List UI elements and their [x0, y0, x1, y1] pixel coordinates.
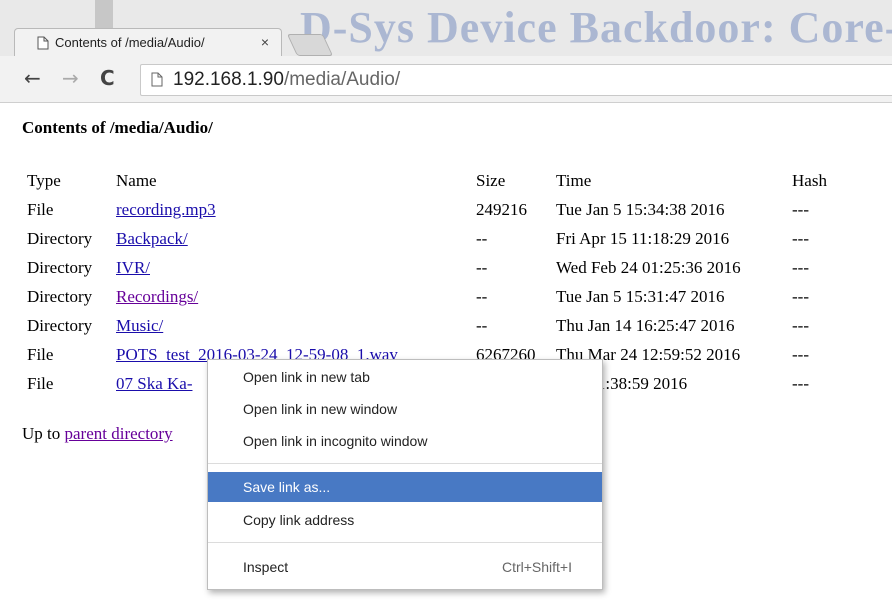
url-path: /media/Audio/: [283, 69, 401, 90]
cell-size: --: [476, 228, 488, 248]
cell-size: 249216: [476, 199, 527, 219]
browser-tab[interactable]: Contents of /media/Audio/ ×: [14, 28, 282, 56]
reload-icon[interactable]: C: [100, 68, 115, 88]
directory-link[interactable]: Music/: [116, 316, 163, 335]
up-prefix: Up to: [22, 424, 65, 443]
table-row: Directory Music/ -- Thu Jan 14 16:25:47 …: [24, 311, 830, 340]
cell-type: Directory: [27, 286, 93, 306]
file-link[interactable]: recording.mp3: [116, 200, 216, 219]
menu-item-open-incognito[interactable]: Open link in incognito window: [208, 427, 602, 456]
directory-link[interactable]: Recordings/: [116, 287, 198, 306]
menu-item-open-new-window[interactable]: Open link in new window: [208, 395, 602, 424]
table-row: File recording.mp3 249216 Tue Jan 5 15:3…: [24, 195, 830, 224]
menu-item-label: Copy link address: [243, 512, 355, 528]
cell-hash: ---: [792, 228, 809, 248]
parent-directory-link[interactable]: parent directory: [65, 424, 173, 443]
cell-hash: ---: [792, 315, 809, 335]
cell-hash: ---: [792, 199, 809, 219]
menu-item-label: Open link in new window: [243, 401, 398, 417]
cell-time: Thu Jan 14 16:25:47 2016: [556, 315, 735, 335]
cell-size: --: [476, 315, 488, 335]
cell-hash: ---: [792, 373, 809, 393]
tab-strip: D-Sys Device Backdoor: Core-1 Contents o…: [0, 0, 892, 56]
url-host: 192.168.1.90: [173, 69, 284, 90]
column-header-type: Type: [27, 170, 61, 190]
column-header-time: Time: [556, 170, 592, 190]
menu-item-label: Open link in incognito window: [243, 433, 428, 449]
tab-title: Contents of /media/Audio/: [55, 35, 205, 50]
cell-name: IVR/: [113, 253, 473, 282]
menu-item-inspect[interactable]: Inspect Ctrl+Shift+I: [208, 553, 602, 582]
cell-name: Music/: [113, 311, 473, 340]
table-row: Directory Backpack/ -- Fri Apr 15 11:18:…: [24, 224, 830, 253]
cell-name: Recordings/: [113, 282, 473, 311]
cell-hash: ---: [792, 344, 809, 364]
table-row: Directory IVR/ -- Wed Feb 24 01:25:36 20…: [24, 253, 830, 282]
column-header-size: Size: [476, 170, 506, 190]
menu-item-save-link-as[interactable]: Save link as...: [208, 472, 602, 502]
directory-link[interactable]: Backpack/: [116, 229, 188, 248]
menu-item-shortcut: Ctrl+Shift+I: [501, 559, 572, 575]
menu-item-label: Save link as...: [243, 479, 331, 495]
cell-time: Tue Jan 5 15:31:47 2016: [556, 286, 725, 306]
cell-hash: ---: [792, 286, 809, 306]
column-header-hash: Hash: [792, 170, 827, 190]
menu-item-label: Inspect: [243, 559, 289, 575]
cell-size: --: [476, 286, 488, 306]
cell-name: Backpack/: [113, 224, 473, 253]
cell-type: Directory: [27, 315, 93, 335]
page-content: Contents of /media/Audio/: [22, 118, 213, 138]
back-icon[interactable]: ←: [24, 68, 41, 88]
column-header-name: Name: [116, 170, 157, 190]
table-row: Directory Recordings/ -- Tue Jan 5 15:31…: [24, 282, 830, 311]
cell-type: File: [27, 344, 54, 364]
background-title: D-Sys Device Backdoor: Core-1: [300, 3, 892, 52]
menu-item-copy-link-address[interactable]: Copy link address: [208, 506, 602, 535]
menu-item-open-new-tab[interactable]: Open link in new tab: [208, 363, 602, 392]
cell-time: Wed Feb 24 01:25:36 2016: [556, 257, 741, 277]
directory-link[interactable]: IVR/: [116, 258, 150, 277]
page-heading: Contents of /media/Audio/: [22, 118, 213, 137]
forward-icon[interactable]: →: [62, 68, 79, 88]
menu-item-label: Open link in new tab: [243, 369, 370, 385]
parent-directory-line: Up to parent directory: [22, 424, 173, 444]
menu-separator: [208, 463, 602, 464]
table-header-row: Type Name Size Time Hash: [24, 166, 830, 195]
page-icon: [37, 36, 49, 49]
cell-type: File: [27, 199, 54, 219]
cell-name: recording.mp3: [113, 195, 473, 224]
browser-toolbar: ← → C 192.168.1.90/media/Audio/: [0, 56, 892, 103]
cell-hash: ---: [792, 257, 809, 277]
background-decoration: [95, 0, 113, 30]
close-tab-icon[interactable]: ×: [261, 34, 269, 50]
cell-time: Tue Jan 5 15:34:38 2016: [556, 199, 725, 219]
cell-type: Directory: [27, 257, 93, 277]
cell-time: Fri Apr 15 11:18:29 2016: [556, 228, 730, 248]
cell-type: File: [27, 373, 54, 393]
file-link[interactable]: 07 Ska Ka-: [116, 374, 192, 393]
address-bar[interactable]: 192.168.1.90/media/Audio/: [140, 64, 892, 96]
url-text: 192.168.1.90/media/Audio/: [173, 69, 400, 91]
menu-separator: [208, 542, 602, 543]
cell-type: Directory: [27, 228, 93, 248]
page-icon: [151, 72, 163, 87]
context-menu: Open link in new tab Open link in new wi…: [207, 359, 603, 590]
cell-size: --: [476, 257, 488, 277]
